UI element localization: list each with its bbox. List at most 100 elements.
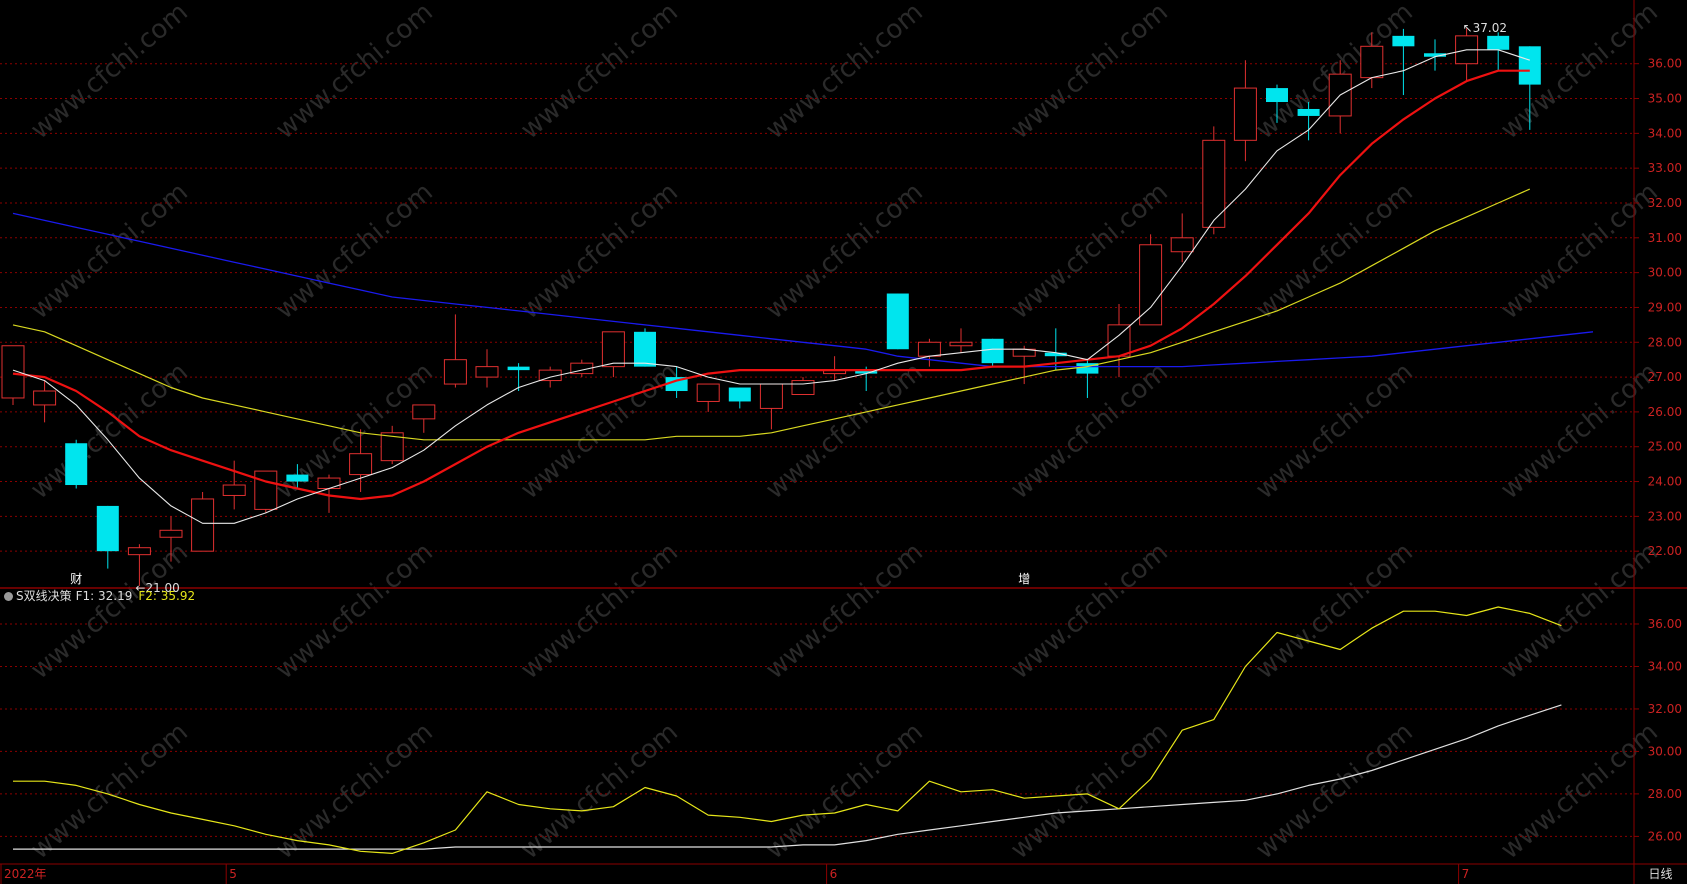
candle-body <box>33 390 57 406</box>
candle[interactable] <box>1139 234 1163 326</box>
watermark-text: www.cfchi.com <box>515 0 684 145</box>
watermark-text: www.cfchi.com <box>515 537 684 685</box>
f2-readout: F2: 35.92 <box>138 589 196 603</box>
candle[interactable] <box>96 505 119 569</box>
candle-body <box>601 331 625 368</box>
price-tick-label: 30.00 <box>1648 266 1682 280</box>
candle-body <box>443 359 467 385</box>
period-button[interactable]: 日线 <box>1634 864 1687 884</box>
price-tick-label: 28.00 <box>1648 335 1682 349</box>
candle-body <box>317 477 341 490</box>
candle[interactable] <box>728 387 751 409</box>
candle[interactable] <box>949 328 973 353</box>
candle-body <box>254 470 278 510</box>
price-tick-label: 27.00 <box>1648 370 1682 384</box>
candle-body <box>507 366 530 371</box>
candle-body <box>1139 244 1163 326</box>
candle[interactable] <box>696 383 720 412</box>
watermark-text: www.cfchi.com <box>1250 537 1419 685</box>
watermark-text: www.cfchi.com <box>760 537 929 685</box>
date-label: 6 <box>830 867 838 881</box>
candle-body <box>981 338 1004 364</box>
candle[interactable] <box>443 314 467 388</box>
event-marker[interactable]: 增 <box>1018 572 1030 586</box>
watermark-text: www.cfchi.com <box>1495 717 1664 865</box>
price-tick-label: 29.00 <box>1648 300 1682 314</box>
candle-body <box>127 547 151 556</box>
price-tick-label: 32.00 <box>1648 196 1682 210</box>
candle[interactable] <box>981 338 1004 367</box>
watermark-text: www.cfchi.com <box>1250 177 1419 325</box>
price-tick-label: 24.00 <box>1648 475 1682 489</box>
watermark-text: www.cfchi.com <box>270 717 439 865</box>
price-annotation: ↖37.02 <box>1463 21 1507 35</box>
watermark-text: www.cfchi.com <box>760 0 929 145</box>
f1-readout: F1: 32.19 <box>75 589 133 603</box>
candle[interactable] <box>1455 28 1479 82</box>
watermark-text: www.cfchi.com <box>1005 717 1174 865</box>
indicator-tick-label: 28.00 <box>1648 787 1682 801</box>
candle-body <box>1266 88 1288 103</box>
candle[interactable] <box>475 349 499 388</box>
candle[interactable] <box>917 338 941 367</box>
price-tick-label: 23.00 <box>1648 509 1682 523</box>
candle[interactable] <box>634 328 656 367</box>
candle[interactable] <box>1392 28 1415 96</box>
candle[interactable] <box>886 293 909 350</box>
candle-body <box>222 484 246 496</box>
candle-body <box>1107 324 1131 357</box>
candle-body <box>1487 35 1510 50</box>
price-tick-label: 34.00 <box>1648 126 1682 140</box>
price-tick-label: 33.00 <box>1648 161 1682 175</box>
candle-body <box>949 341 973 347</box>
watermark-text: www.cfchi.com <box>1250 357 1419 505</box>
candle[interactable] <box>1487 32 1510 71</box>
indicator-tick-label: 32.00 <box>1648 702 1682 716</box>
indicator-tick-label: 34.00 <box>1648 659 1682 673</box>
candle-body <box>1 345 25 399</box>
watermark-text: www.cfchi.com <box>1495 177 1664 325</box>
watermark-text: www.cfchi.com <box>1005 537 1174 685</box>
candle[interactable] <box>759 383 783 430</box>
price-tick-label: 35.00 <box>1648 92 1682 106</box>
candle[interactable] <box>380 425 404 465</box>
candle[interactable] <box>1233 60 1257 162</box>
candle-body <box>412 404 436 420</box>
watermark-text: www.cfchi.com <box>270 0 439 145</box>
candle-body <box>1518 46 1541 85</box>
candle[interactable] <box>791 377 815 395</box>
candle-body <box>65 443 88 486</box>
candle[interactable] <box>191 491 215 552</box>
watermark-text: www.cfchi.com <box>1005 357 1174 505</box>
candle-body <box>191 498 215 552</box>
price-tick-label: 31.00 <box>1648 231 1682 245</box>
candle[interactable] <box>65 439 88 489</box>
watermark-text: www.cfchi.com <box>270 537 439 685</box>
indicator-tick-label: 30.00 <box>1648 744 1682 758</box>
indicator-tick-label: 36.00 <box>1648 617 1682 631</box>
candle[interactable] <box>254 470 278 513</box>
price-tick-label: 36.00 <box>1648 57 1682 71</box>
stock-chart[interactable]: www.cfchi.com www.cfchi.com www.cfchi.com w… <box>0 0 1687 884</box>
candle[interactable] <box>1202 126 1226 235</box>
watermark-text: www.cfchi.com <box>1005 0 1174 145</box>
candle[interactable] <box>601 331 625 378</box>
candle-body <box>1170 237 1194 253</box>
candle-body <box>759 383 783 409</box>
candle-body <box>634 331 656 367</box>
watermark-text: www.cfchi.com <box>760 357 929 505</box>
candle-body <box>1202 139 1226 228</box>
indicator-tick-label: 26.00 <box>1648 829 1682 843</box>
candle[interactable] <box>412 404 436 433</box>
candle-body <box>159 529 183 538</box>
indicator-name: S双线决策 <box>16 589 72 603</box>
indicator-toggle-icon[interactable] <box>4 592 13 601</box>
event-marker[interactable]: 财 <box>70 572 82 586</box>
date-label: 2022年 <box>4 867 47 881</box>
watermark-text: www.cfchi.com <box>1250 717 1419 865</box>
candle-body <box>96 505 119 552</box>
date-label: 7 <box>1462 867 1470 881</box>
price-tick-label: 25.00 <box>1648 440 1682 454</box>
candle-body <box>286 474 309 482</box>
candle-body <box>1360 45 1384 79</box>
